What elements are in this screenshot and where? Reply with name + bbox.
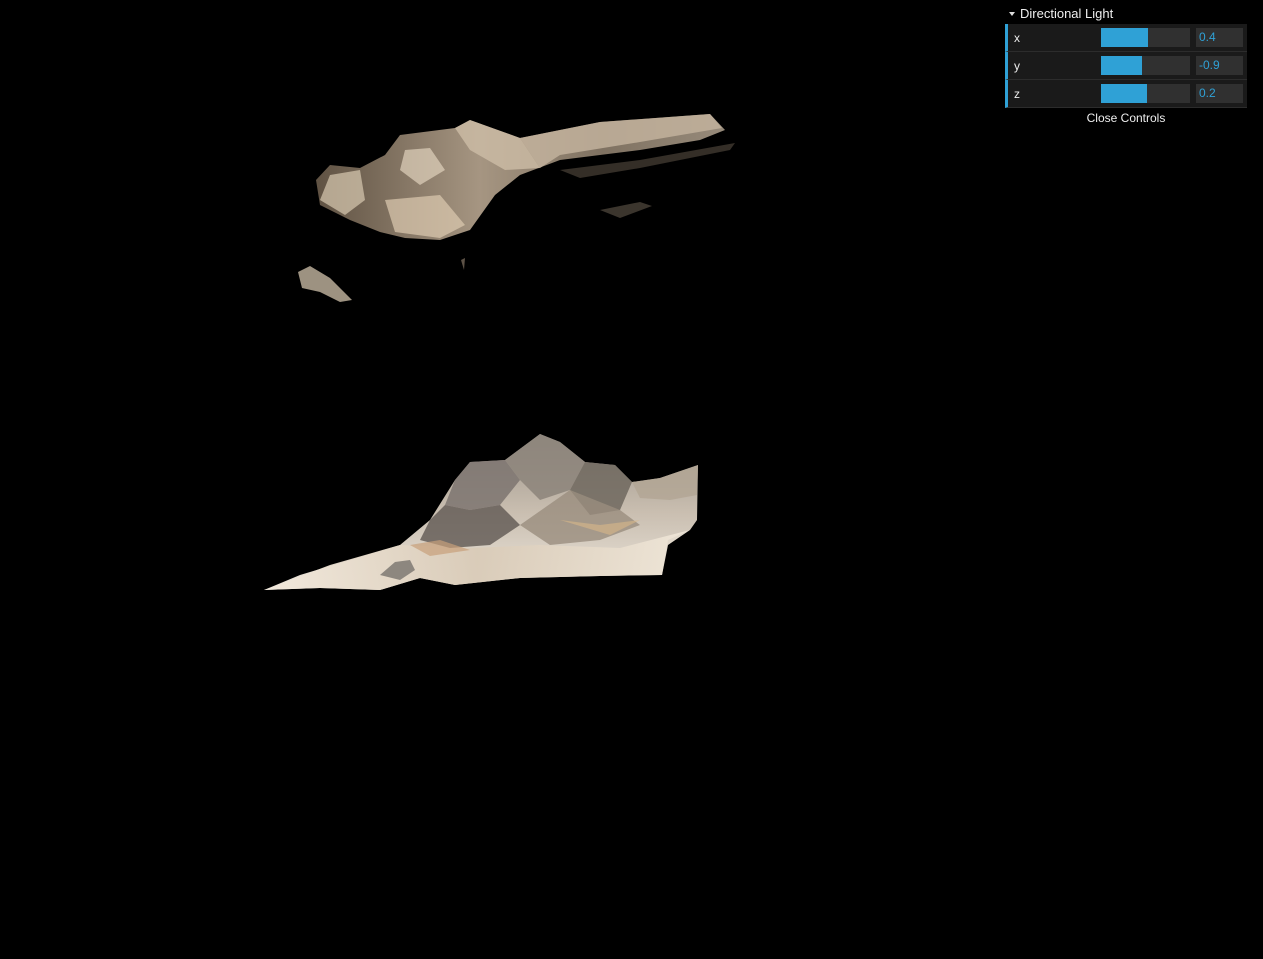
slider-x[interactable] [1101,28,1190,47]
slider-fill-y [1101,56,1142,75]
controller-row-z: z [1005,80,1247,108]
webgl-canvas[interactable] [0,0,1263,959]
slider-fill-x [1101,28,1149,47]
lower-terrain-fragment [264,434,698,590]
number-input-z[interactable] [1196,84,1243,103]
folder-title-label: Directional Light [1020,6,1114,21]
upper-terrain-fragment [298,114,735,302]
controls-panel: Directional Light x y z Close Controls [1005,4,1247,128]
controller-row-y: y [1005,52,1247,80]
slider-z[interactable] [1101,84,1190,103]
number-input-y[interactable] [1196,56,1243,75]
controller-label-z: z [1014,86,1020,101]
slider-y[interactable] [1101,56,1190,75]
slider-fill-z [1101,84,1148,103]
controller-row-x: x [1005,24,1247,52]
number-input-x[interactable] [1196,28,1243,47]
folder-directional-light[interactable]: Directional Light [1005,4,1247,24]
close-controls-button[interactable]: Close Controls [1005,108,1247,128]
terrain-render [264,114,735,590]
collapse-triangle-icon [1009,12,1015,16]
controller-list: x y z [1005,24,1247,108]
controller-label-x: x [1014,30,1020,45]
controller-label-y: y [1014,58,1020,73]
